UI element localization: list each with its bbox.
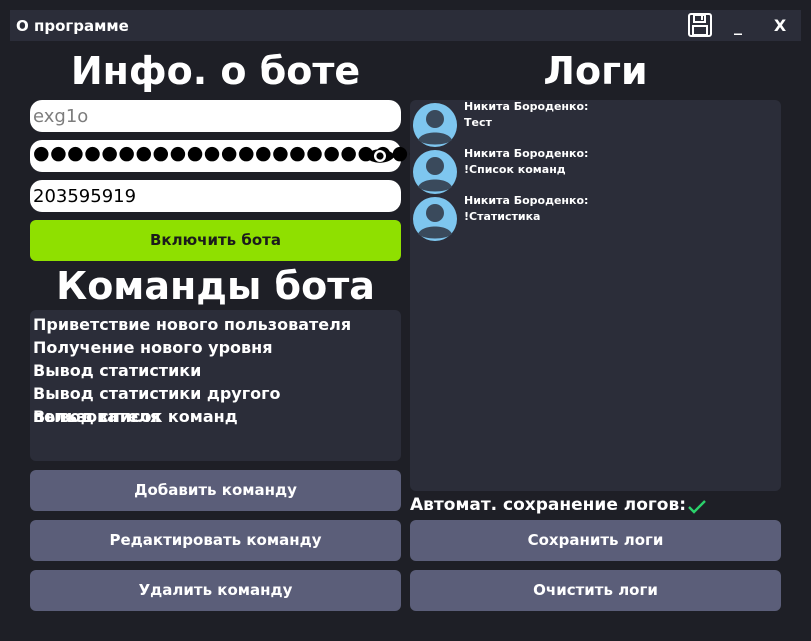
log-entry: Никита Бороденко: !Список команд (412, 147, 772, 195)
login-field[interactable]: exg1o (30, 100, 401, 132)
login-value: exg1o (33, 106, 89, 127)
save-logs-button[interactable]: Сохранить логи (410, 520, 781, 561)
bot-id-field[interactable]: 203595919 (30, 180, 401, 212)
bot-info-heading: Инфо. о боте (70, 49, 361, 93)
log-author: Никита Бороденко: (464, 194, 589, 207)
commands-heading: Команды бота (56, 264, 375, 308)
password-field[interactable]: ●●●●●●●●●●●●●●●●●●●●●●●●●● (30, 140, 477, 172)
check-icon[interactable] (688, 499, 706, 515)
save-icon[interactable] (687, 12, 721, 43)
clear-logs-button[interactable]: Очистить логи (410, 570, 781, 611)
log-message: !Статистика (464, 210, 541, 223)
about-window: О программе _ X Инфо. о боте exg1o ●●●●●… (0, 0, 811, 641)
avatar (412, 149, 458, 195)
close-button[interactable]: X (767, 16, 793, 47)
commands-list[interactable]: Приветствие нового пользователя Получени… (30, 310, 401, 461)
log-author: Никита Бороденко: (464, 147, 589, 160)
eye-icon[interactable] (363, 144, 397, 168)
delete-command-button[interactable]: Удалить команду (30, 570, 401, 611)
enable-bot-button[interactable]: Включить бота (30, 220, 401, 261)
log-author: Никита Бороденко: (464, 100, 589, 113)
log-entry: Никита Бороденко: !Статистика (412, 194, 772, 242)
log-message: Тест (464, 116, 492, 129)
minimize-button[interactable]: _ (726, 16, 750, 47)
log-entry: Никита Бороденко: Тест (412, 100, 772, 148)
edit-command-button[interactable]: Редактировать команду (30, 520, 401, 561)
window-title: О программе (16, 17, 129, 35)
avatar (412, 102, 458, 148)
list-item[interactable]: Вывод статистики (33, 359, 398, 382)
add-command-button[interactable]: Добавить команду (30, 470, 401, 511)
title-bar: О программе _ X (10, 10, 801, 41)
list-item[interactable]: Вывод статистики другого пользователя (33, 382, 398, 426)
logs-panel[interactable]: Никита Бороденко: Тест Никита Бороденко:… (410, 100, 781, 491)
list-item[interactable]: Получение нового уровня (33, 336, 398, 359)
log-message: !Список команд (464, 163, 566, 176)
autosave-label: Автомат. сохранение логов: (410, 495, 687, 515)
logs-heading: Логи (543, 49, 648, 93)
list-item[interactable]: Приветствие нового пользователя (33, 313, 398, 336)
list-item[interactable]: Вывод список команд (33, 405, 398, 428)
avatar (412, 196, 458, 242)
bot-id-value: 203595919 (33, 186, 137, 207)
